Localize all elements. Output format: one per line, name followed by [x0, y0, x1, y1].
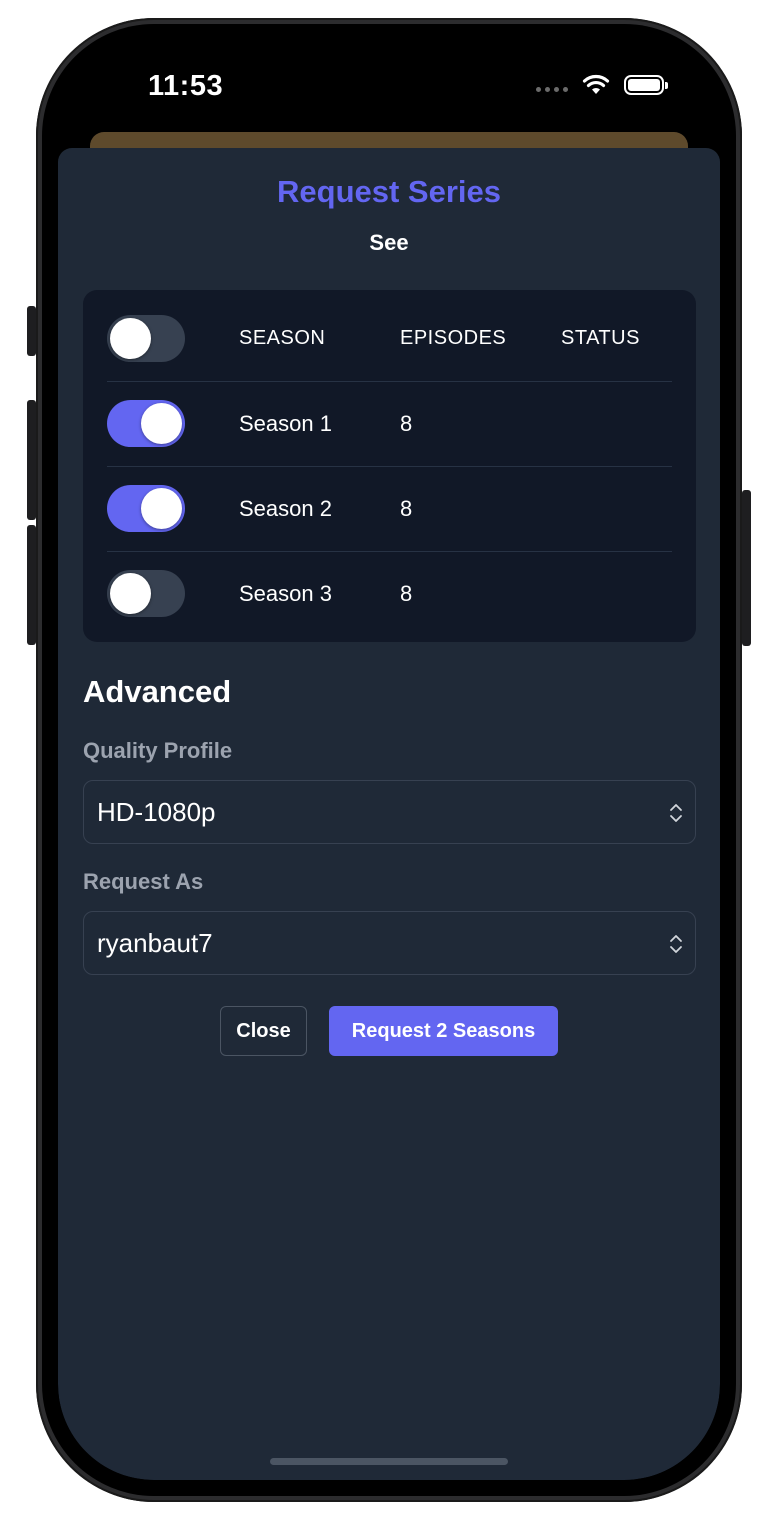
status-icons [536, 74, 668, 96]
quality-profile-value: HD-1080p [97, 797, 216, 827]
chevron-updown-icon [670, 804, 682, 822]
season-3-toggle[interactable] [107, 570, 185, 617]
request-as-value: ryanbaut7 [97, 928, 213, 958]
volume-down-button [27, 525, 36, 645]
table-row: Season 3 8 [107, 551, 672, 636]
select-all-toggle[interactable] [107, 315, 185, 362]
modal-subtitle: See [369, 230, 409, 255]
status-time: 11:53 [148, 70, 224, 102]
advanced-heading: Advanced [83, 674, 232, 709]
table-header-row: SEASON EPISODES STATUS [107, 296, 672, 382]
signal-dots-icon [536, 86, 568, 92]
volume-up-button [27, 400, 36, 520]
episode-count: 8 [400, 581, 413, 606]
header-episodes: EPISODES [400, 327, 507, 349]
season-table: SEASON EPISODES STATUS Season 1 8 Season… [83, 290, 696, 642]
season-name: Season 2 [239, 496, 332, 521]
header-status: STATUS [561, 327, 640, 349]
request-modal: Request Series See SEASON EPISODES STATU… [58, 148, 720, 1480]
request-as-label: Request As [83, 869, 204, 894]
request-seasons-button[interactable]: Request 2 Seasons [329, 1006, 558, 1056]
episode-count: 8 [400, 411, 413, 436]
action-button [27, 306, 36, 356]
header-season: SEASON [239, 327, 326, 349]
toggle-knob [110, 318, 151, 359]
episode-count: 8 [400, 496, 413, 521]
wifi-icon [582, 74, 610, 94]
chevron-updown-icon [670, 935, 682, 953]
home-indicator[interactable] [270, 1458, 508, 1465]
toggle-knob [110, 573, 151, 614]
quality-profile-select[interactable]: HD-1080p [83, 780, 696, 844]
season-2-toggle[interactable] [107, 485, 185, 532]
close-button[interactable]: Close [220, 1006, 307, 1056]
request-as-select[interactable]: ryanbaut7 [83, 911, 696, 975]
power-button [742, 490, 751, 646]
modal-title: Request Series [277, 174, 501, 209]
season-name: Season 1 [239, 411, 332, 436]
screen: 11:53 Request Series See SEASON EPISODES… [58, 40, 720, 1480]
quality-profile-label: Quality Profile [83, 738, 233, 763]
season-name: Season 3 [239, 581, 332, 606]
battery-icon [624, 75, 668, 95]
toggle-knob [141, 403, 182, 444]
table-row: Season 1 8 [107, 381, 672, 467]
toggle-knob [141, 488, 182, 529]
table-row: Season 2 8 [107, 466, 672, 552]
season-1-toggle[interactable] [107, 400, 185, 447]
